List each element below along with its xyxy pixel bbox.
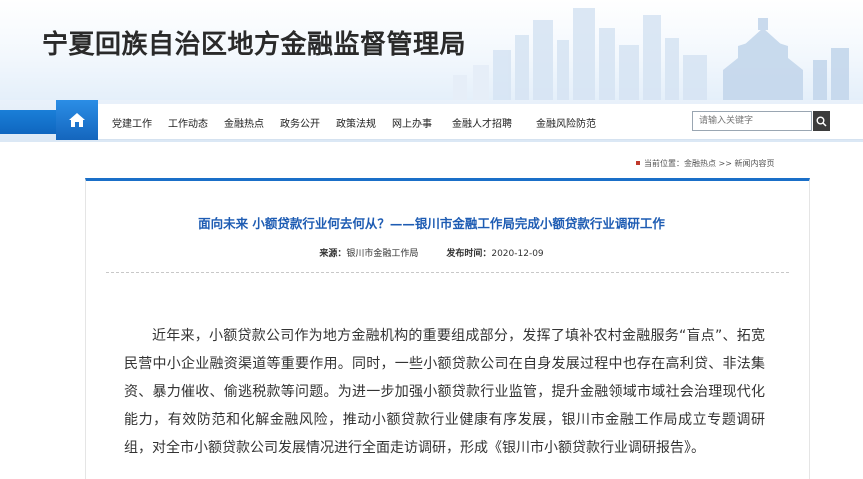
source-value: 银川市金融工作局	[346, 249, 419, 259]
search-icon	[816, 116, 827, 127]
nav-item-government-affairs[interactable]: 政务公开	[280, 115, 320, 130]
article-title: 面向未来 小额贷款行业何去何从？——银川市金融工作局完成小额贷款行业调研工作	[198, 216, 665, 231]
nav-item-work-news[interactable]: 工作动态	[168, 115, 208, 130]
nav-item-finance-hotspots[interactable]: 金融热点	[224, 115, 264, 130]
source-label: 来源：	[319, 249, 347, 259]
nav-item-talent-recruitment[interactable]: 金融人才招聘	[452, 115, 512, 130]
article-meta: 来源：银川市金融工作局 发布时间：2020-12-09	[0, 246, 863, 259]
date-value: 2020-12-09	[491, 249, 544, 259]
home-button[interactable]	[56, 100, 98, 140]
main-nav: 党建工作 工作动态 金融热点 政务公开 政策法规 网上办事 金融人才招聘 金融风…	[112, 104, 596, 140]
breadcrumb-link-finance-hotspots[interactable]: 金融热点	[684, 158, 716, 169]
nav-item-online-services[interactable]: 网上办事	[392, 115, 432, 130]
breadcrumb-marker-icon	[636, 161, 640, 165]
breadcrumb-current: 新闻内容页	[734, 158, 775, 168]
home-icon	[69, 113, 85, 127]
nav-item-risk-prevention[interactable]: 金融风险防范	[536, 115, 596, 130]
site-title: 宁夏回族自治区地方金融监督管理局	[42, 30, 467, 60]
article-body: 近年来，小额贷款公司作为地方金融机构的重要组成部分，发挥了填补农村金融服务“盲点…	[124, 328, 765, 456]
breadcrumb-separator: >>	[716, 158, 735, 168]
breadcrumb: 当前位置： 金融热点 >> 新闻内容页	[636, 157, 775, 169]
title-divider	[106, 272, 789, 273]
nav-item-party-building[interactable]: 党建工作	[112, 115, 152, 130]
date-label: 发布时间：	[446, 249, 492, 259]
search-input[interactable]	[692, 111, 812, 131]
nav-item-policies[interactable]: 政策法规	[336, 115, 376, 130]
search-button[interactable]	[813, 111, 830, 131]
site-header: 宁夏回族自治区地方金融监督管理局	[0, 0, 863, 100]
breadcrumb-prefix: 当前位置：	[644, 158, 684, 168]
